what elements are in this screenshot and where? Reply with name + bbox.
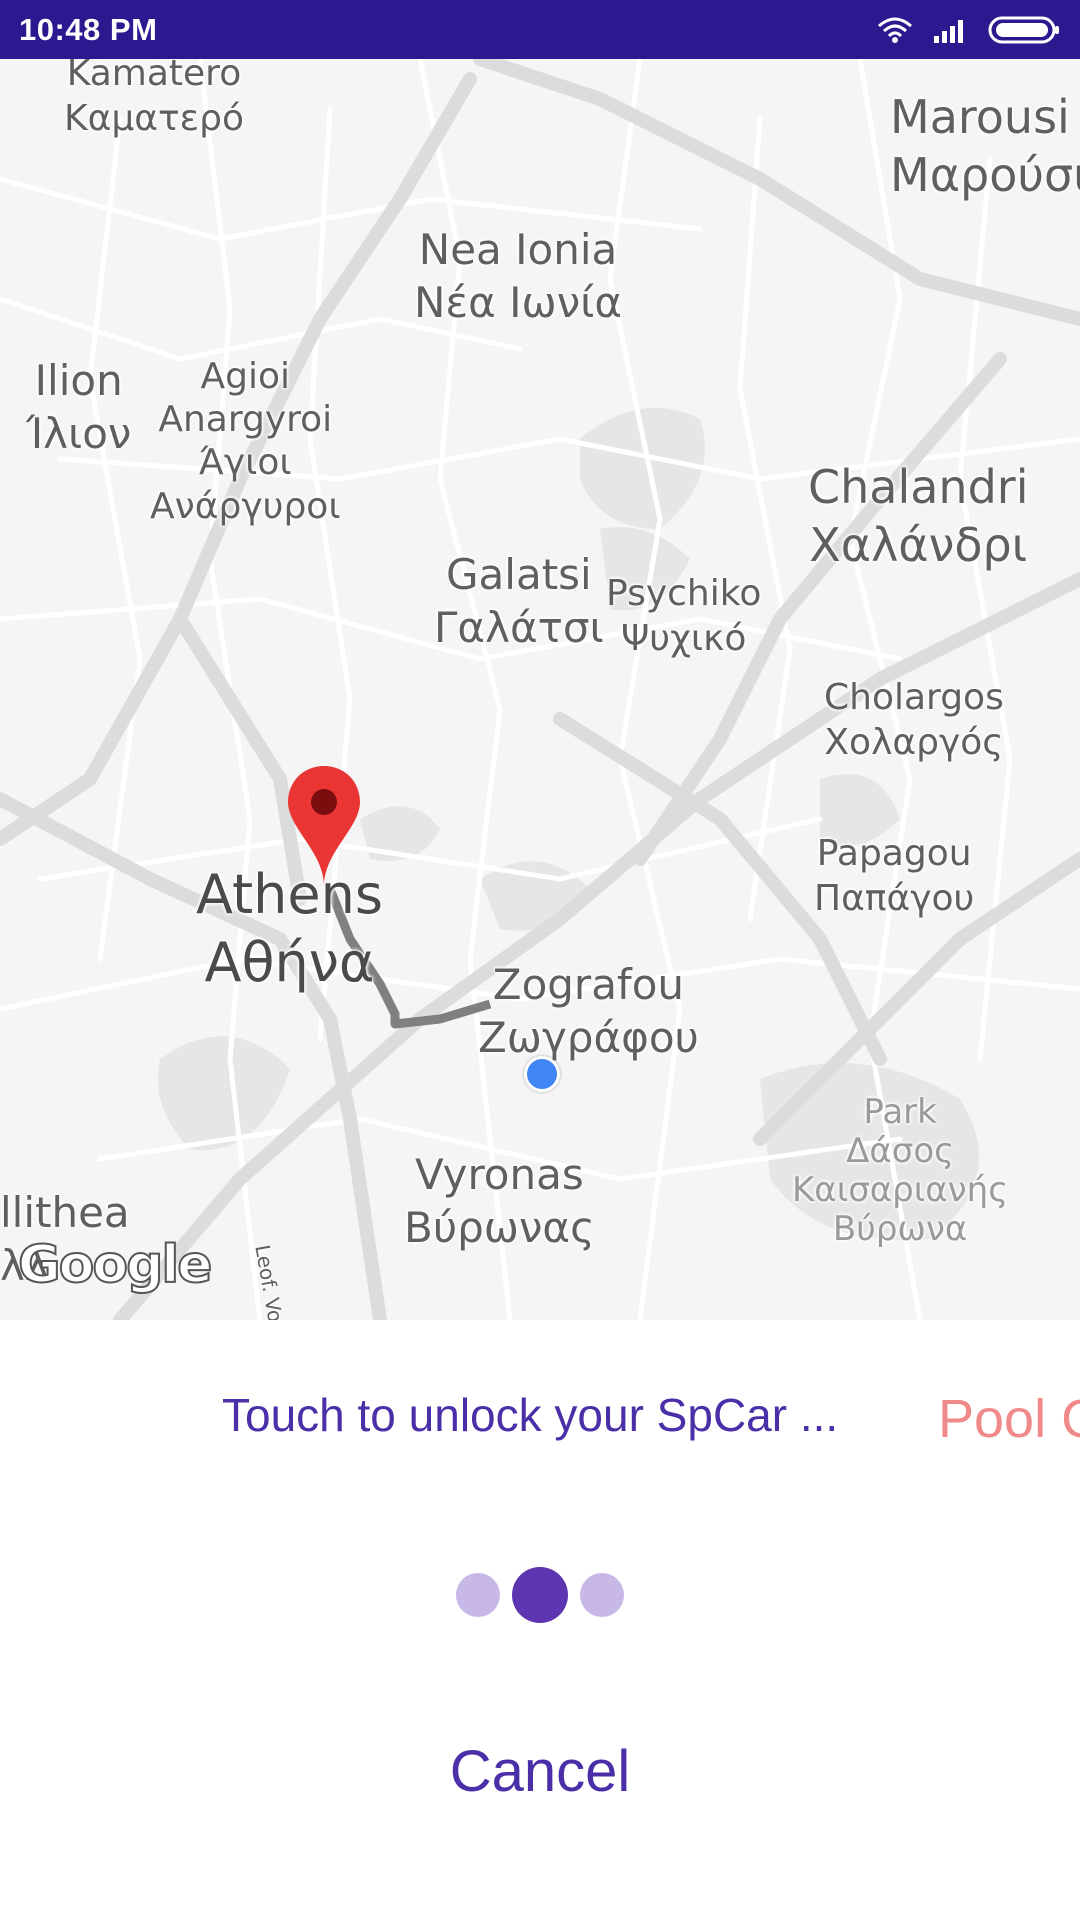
map-label-marousi: Marousi Μαρούσι bbox=[890, 90, 1080, 202]
pool-text[interactable]: Pool C bbox=[938, 1388, 1080, 1450]
map-label-vyronas: Vyronas Βύρωνας bbox=[404, 1150, 595, 1252]
map-label-kamatero: Kamatero Καματερό bbox=[64, 59, 244, 139]
map-label-papagou: Papagou Παπάγου bbox=[814, 833, 975, 919]
pager-dot bbox=[580, 1573, 624, 1617]
status-time: 10:48 PM bbox=[19, 12, 158, 47]
pager-dot-active bbox=[512, 1567, 568, 1623]
pager-indicator bbox=[0, 1565, 1080, 1625]
map-label-park: Park Δάσος Καισαριανής Βύρωνα bbox=[792, 1092, 1009, 1250]
map-label-psychiko: Psychiko Ψυχικό bbox=[606, 573, 762, 659]
map-label-galatsi: Galatsi Γαλάτσι bbox=[434, 550, 604, 652]
status-icons bbox=[876, 12, 1062, 48]
map-label-zografou: Zografou Ζωγράφου bbox=[478, 960, 699, 1062]
map-label-chalandri: Chalandri Χαλάνδρι bbox=[808, 460, 1029, 572]
map-view[interactable]: Kamatero Καματερό Marousi Μαρούσι Nea Ioni… bbox=[0, 59, 1080, 1320]
map-pin-icon[interactable] bbox=[286, 764, 362, 888]
pager-dot bbox=[456, 1573, 500, 1617]
battery-icon bbox=[988, 16, 1059, 44]
map-label-ilion: Ilion Ίλιον bbox=[26, 356, 132, 458]
status-bar: 10:48 PM bbox=[0, 0, 1080, 59]
signal-icon bbox=[934, 20, 963, 43]
unlock-text[interactable]: Touch to unlock your SpCar ... bbox=[222, 1388, 838, 1442]
cancel-button[interactable]: Cancel bbox=[0, 1738, 1080, 1805]
map-label-nea-ionia: Nea Ionia Νέα Ιωνία bbox=[414, 225, 623, 327]
map-label-cholargos: Cholargos Χολαργός bbox=[824, 677, 1004, 763]
wifi-icon bbox=[878, 17, 912, 43]
google-attribution: Google bbox=[17, 1234, 213, 1296]
map-label-agioi-anargyroi: Agioi Anargyroi Άγιοι Ανάργυροι bbox=[150, 356, 341, 527]
location-dot-icon bbox=[524, 1056, 560, 1092]
